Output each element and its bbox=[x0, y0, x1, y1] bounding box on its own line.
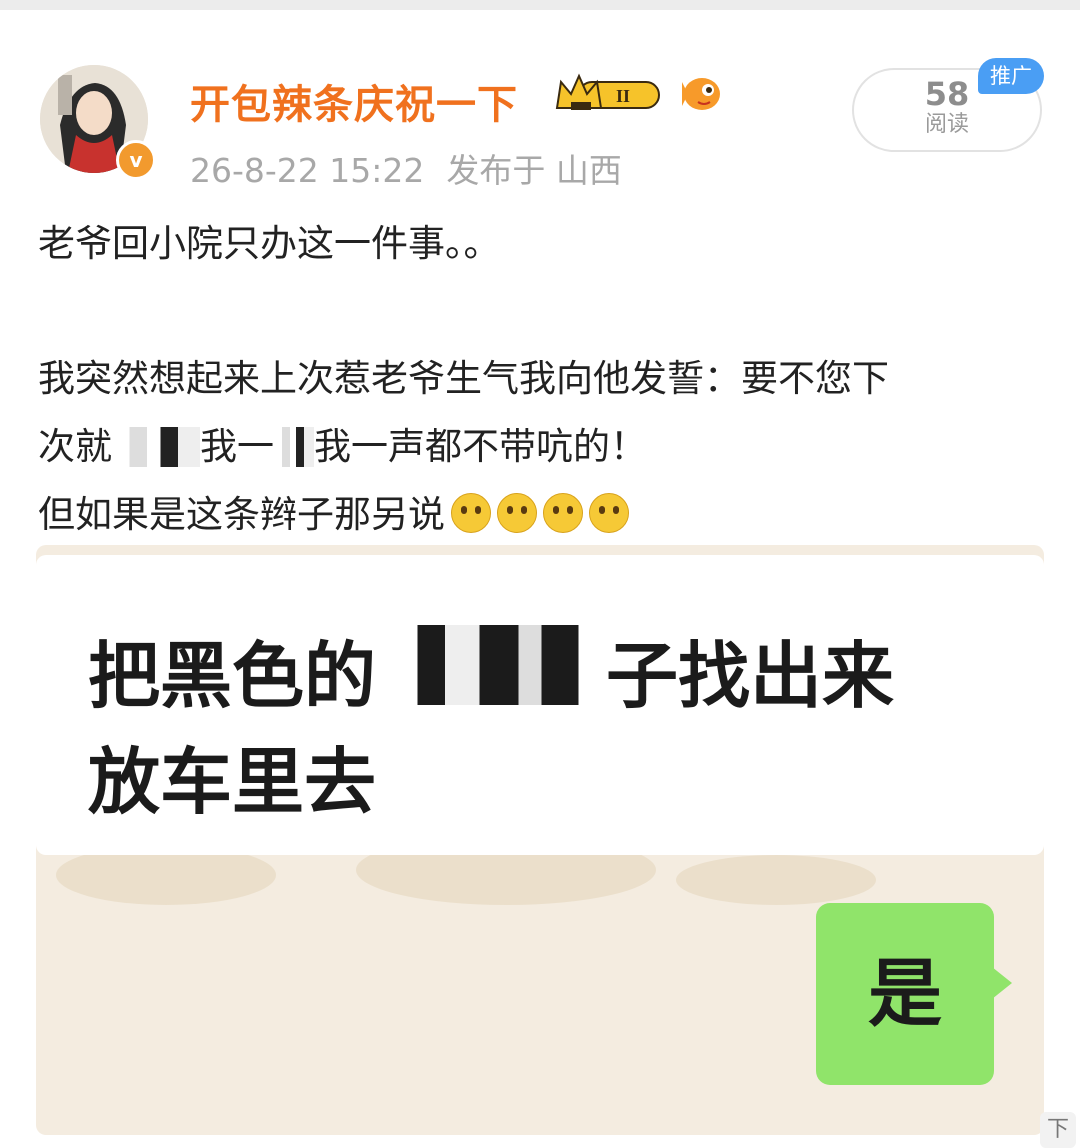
image-text-line-1-start: 把黑色的 bbox=[88, 634, 377, 718]
chat-reply-text: 是 bbox=[868, 951, 942, 1037]
post-text-line-3: 次就 我一 我一声都不带吭的！ bbox=[38, 416, 1048, 470]
chat-reply-bubble: 是 bbox=[816, 903, 1012, 1085]
censor-mosaic bbox=[112, 427, 200, 467]
post-text-line-1: 老爷回小院只办这一件事。。 bbox=[38, 222, 501, 265]
verified-badge-icon: v bbox=[116, 140, 156, 180]
post-meta: 26-8-22 15:22 发布于 山西 bbox=[190, 144, 644, 192]
crying-emoji-icon bbox=[451, 493, 491, 533]
post-text-line-3-start: 次就 bbox=[38, 425, 112, 468]
fish-icon bbox=[682, 78, 720, 110]
censor-mosaic bbox=[376, 625, 606, 705]
post-text-line-3-end: 我一声都不带吭的！ bbox=[314, 425, 647, 468]
crying-emoji-icon bbox=[589, 493, 629, 533]
image-text-line-2: 放车里去 bbox=[88, 740, 377, 824]
reads-label: 阅读 bbox=[924, 112, 969, 137]
post-time: 26-8-22 15:22 bbox=[190, 151, 425, 190]
post-text-line-2: 我突然想起来上次惹老爷生气我向他发誓：要不您下 bbox=[38, 357, 889, 400]
crying-emoji-icon bbox=[543, 493, 583, 533]
post-image[interactable]: 把黑色的 子找出来 放车里去 是 bbox=[36, 545, 1044, 1135]
post-card: v 开包辣条庆祝一下 II 26-8-22 15:22 发布于 山西 58 阅读 … bbox=[0, 10, 1080, 1148]
image-text-panel: 把黑色的 子找出来 放车里去 bbox=[36, 555, 1044, 855]
post-text-line-3-mid: 我一 bbox=[200, 425, 274, 468]
background-texture bbox=[676, 855, 876, 905]
crying-emoji-icon bbox=[497, 493, 537, 533]
post-location: 发布于 山西 bbox=[446, 151, 622, 190]
crown-level-icon: II bbox=[555, 73, 660, 110]
author-name[interactable]: 开包辣条庆祝一下 bbox=[190, 72, 518, 130]
promo-badge[interactable]: 推广 bbox=[978, 58, 1044, 94]
post-text-line-4-text: 但如果是这条辫子那另说 bbox=[38, 493, 445, 536]
censor-mosaic bbox=[274, 427, 314, 467]
post-text-line-4: 但如果是这条辫子那另说 bbox=[38, 484, 1048, 538]
more-label[interactable]: 下 bbox=[1040, 1112, 1076, 1148]
image-text-line-1-end: 子找出来 bbox=[606, 634, 895, 718]
level-text: II bbox=[616, 86, 630, 106]
